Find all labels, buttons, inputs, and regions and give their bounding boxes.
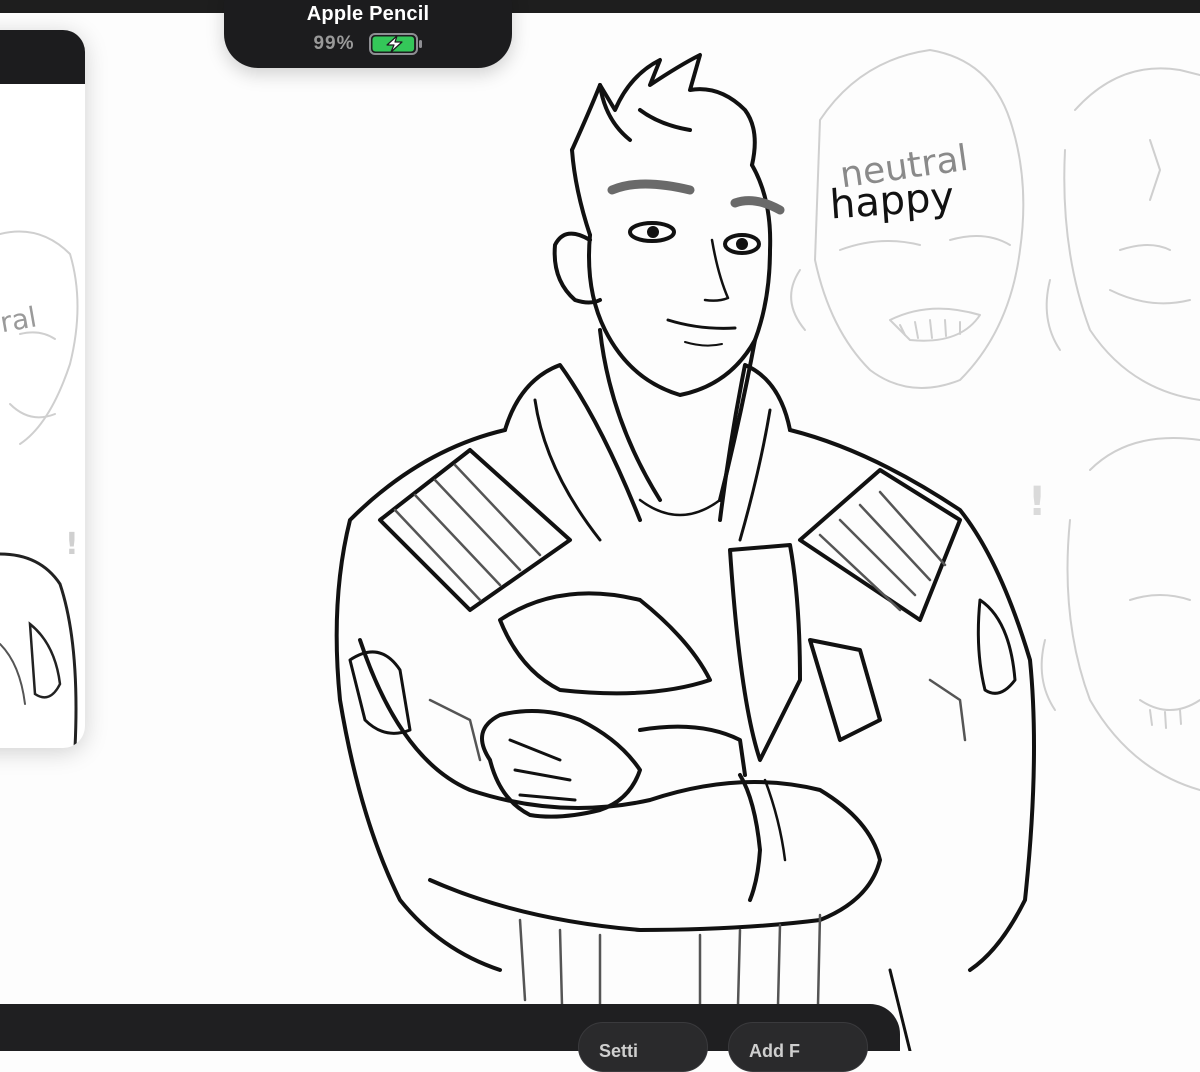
annotation-exclamation: ! (1028, 479, 1046, 525)
add-button-label: Add F (749, 1041, 800, 1061)
add-button[interactable]: Add F (728, 1022, 868, 1072)
drawing-canvas[interactable]: neutral happy ! (0, 0, 1200, 1051)
pencil-battery-row: 99% (224, 33, 512, 55)
pencil-battery-percent: 99% (313, 33, 355, 54)
pencil-device-name: Apple Pencil (306, 3, 430, 25)
battery-charging-icon (368, 33, 422, 55)
reference-panel[interactable]: ral ! (0, 30, 85, 748)
reference-panel-sketch: ral ! (0, 230, 79, 748)
side-exclamation: ! (65, 527, 79, 562)
reference-panel-header (0, 30, 85, 84)
settings-button[interactable]: Setti (578, 1022, 708, 1072)
annotation-happy: happy (828, 174, 955, 229)
settings-button-label: Setti (599, 1041, 639, 1061)
apple-pencil-battery-hud: Apple Pencil 99% (224, 0, 512, 68)
side-annotation: ral (0, 300, 39, 339)
